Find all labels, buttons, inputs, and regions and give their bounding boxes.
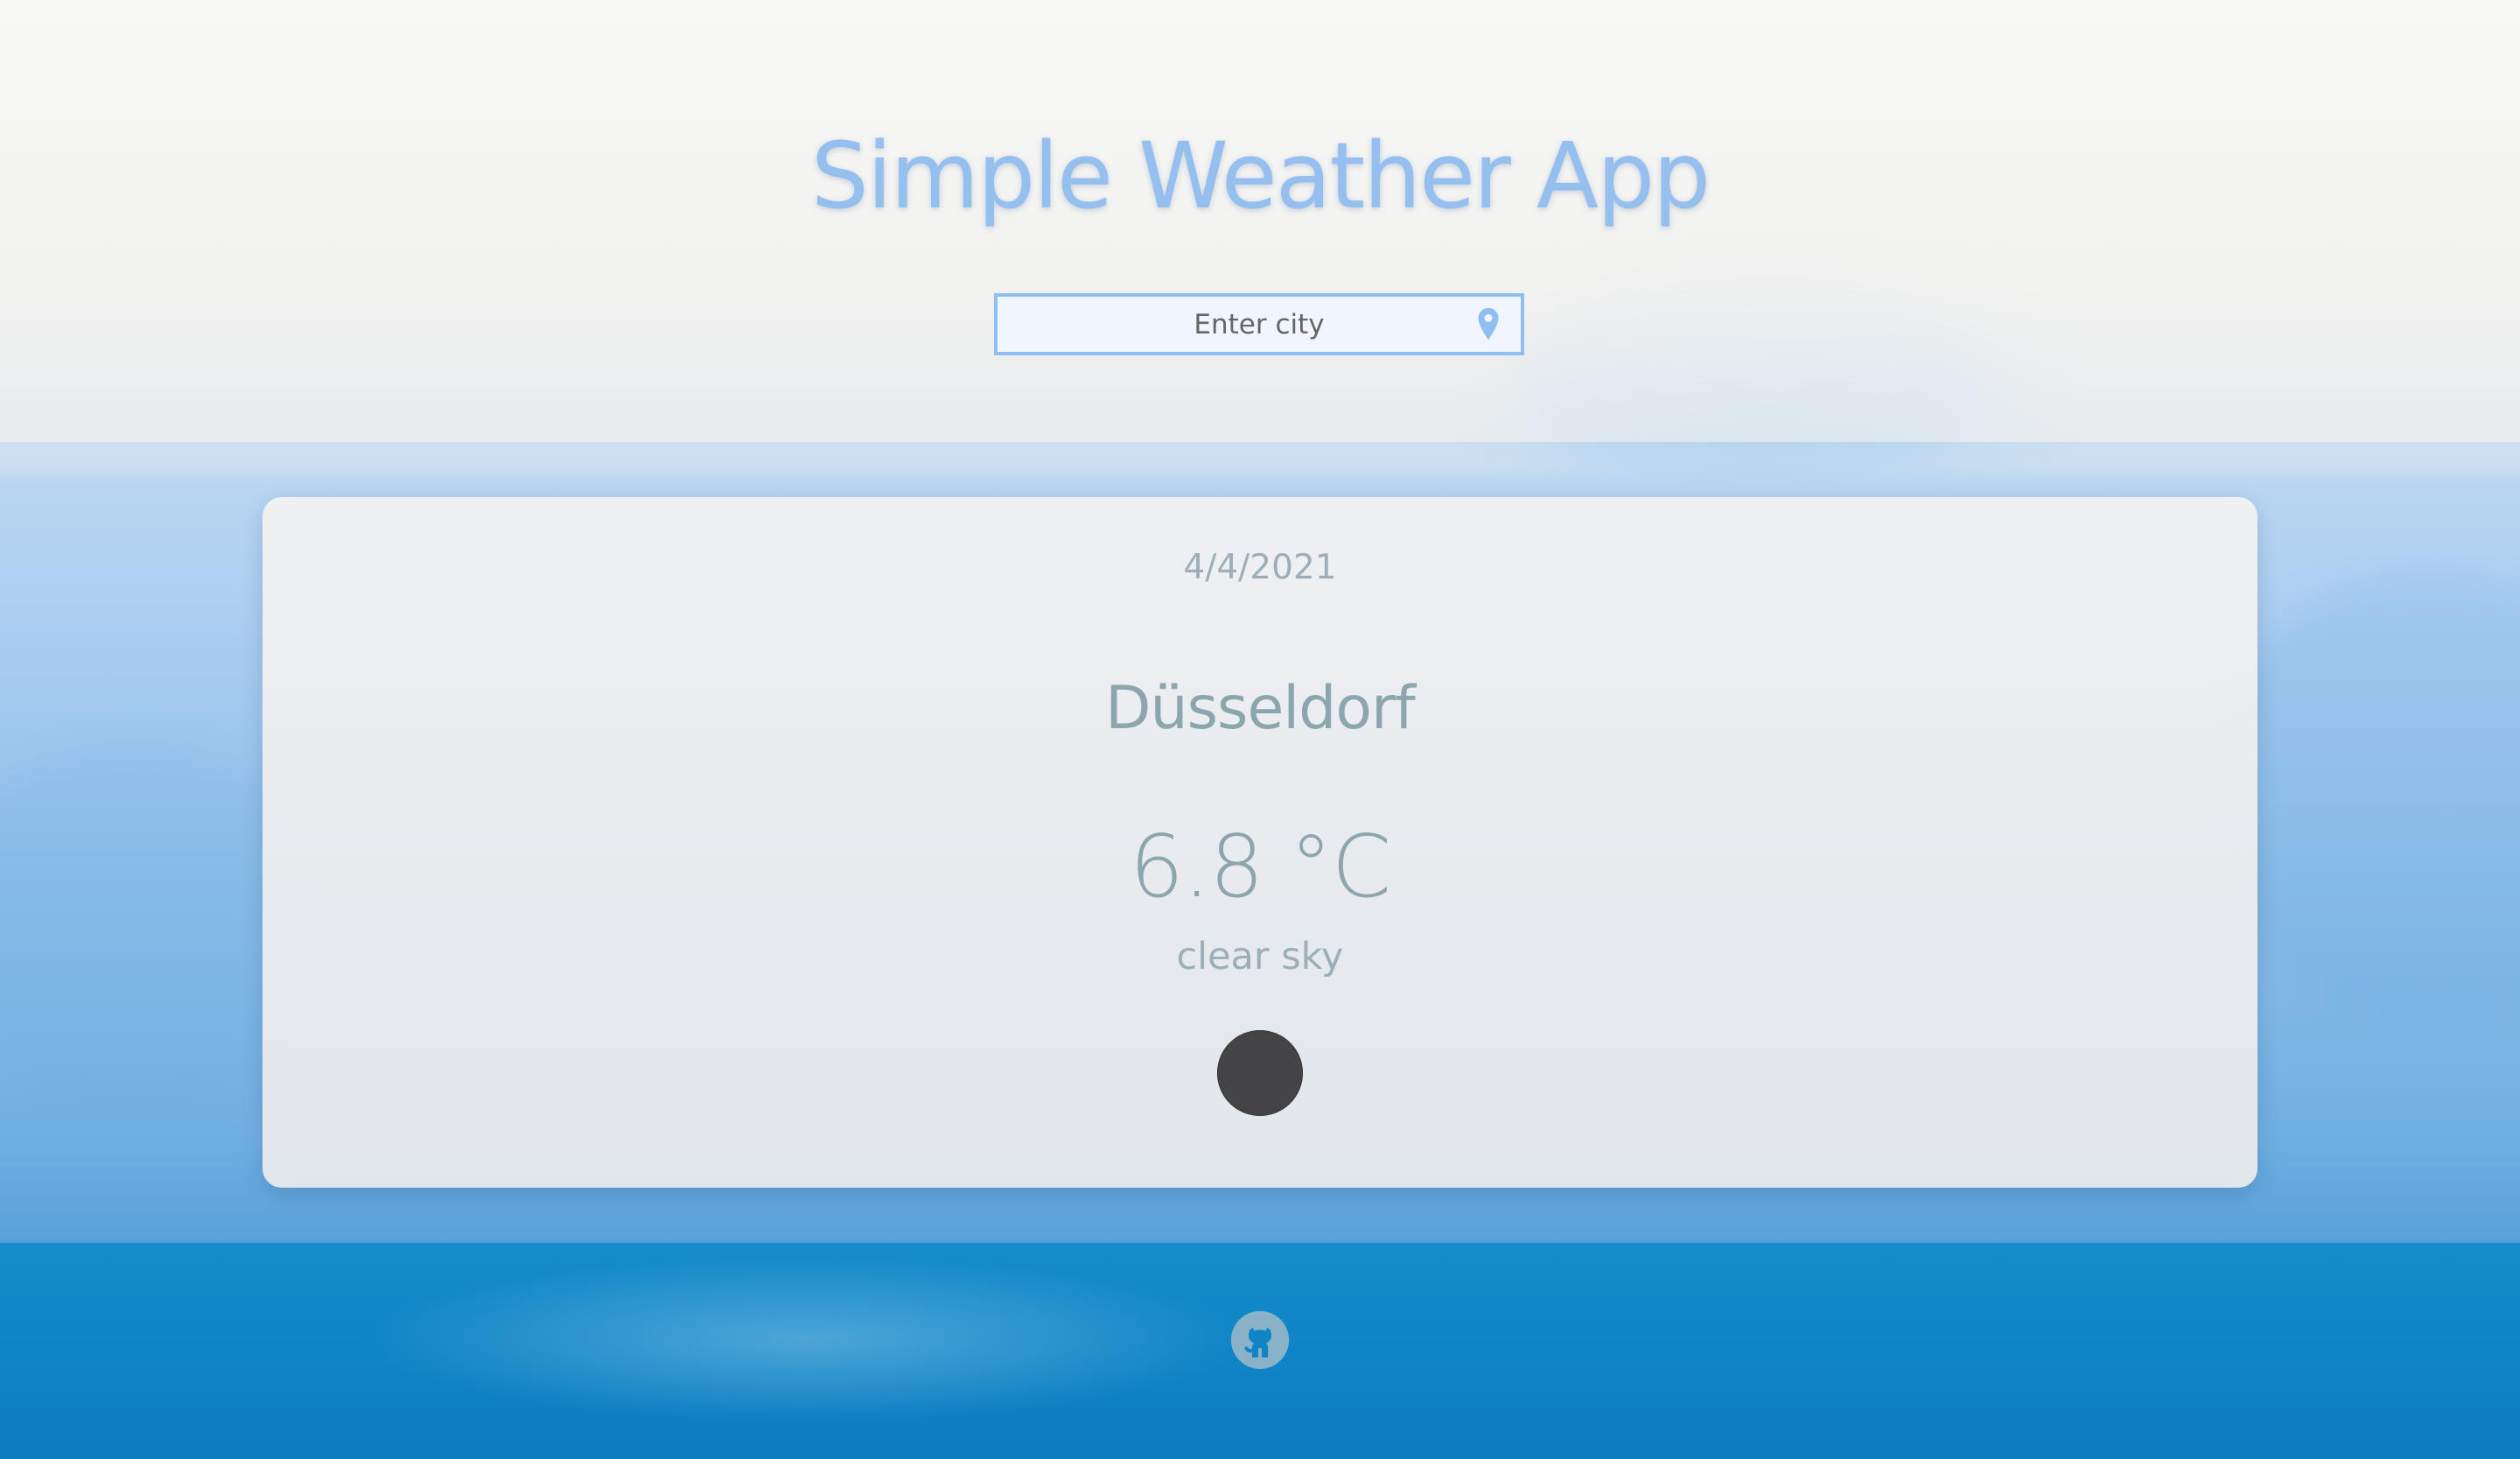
app-header: Simple Weather App xyxy=(0,0,2520,442)
city-name: Düsseldorf xyxy=(1105,674,1416,743)
github-icon xyxy=(1231,1311,1289,1369)
weather-card: 4/4/2021 Düsseldorf 6.8 °C clear sky xyxy=(262,497,2258,1188)
map-pin-icon[interactable] xyxy=(1475,306,1502,343)
weather-description: clear sky xyxy=(1176,935,1344,979)
app-title: Simple Weather App xyxy=(810,122,1711,229)
github-icon-link[interactable] xyxy=(1231,1311,1289,1369)
temperature-value: 6.8 °C xyxy=(1129,817,1391,917)
weather-date: 4/4/2021 xyxy=(1183,548,1337,587)
city-search-input[interactable] xyxy=(998,297,1521,352)
weather-icon xyxy=(1217,1030,1303,1116)
weather-app-page: Simple Weather App 4/4/2021 Düsseldorf 6… xyxy=(0,0,2520,1459)
city-search-box[interactable] xyxy=(994,293,1524,355)
